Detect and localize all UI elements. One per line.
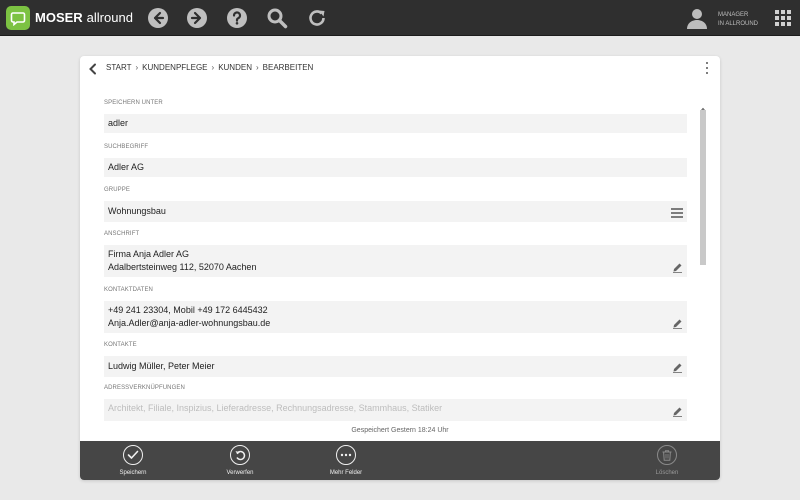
breadcrumb: START › KUNDENPFLEGE › KUNDEN › BEARBEITEN [106, 63, 313, 73]
kontaktdaten-input[interactable]: +49 241 23304, Mobil +49 172 6445432 Anj… [104, 301, 687, 333]
field-adressverknuepfungen: ADRESSVERKNÜPFUNGEN Architekt, Filiale, … [104, 384, 687, 421]
field-value: Architekt, Filiale, Inspizius, Lieferadr… [108, 403, 443, 413]
field-gruppe: GRUPPE Wohnungsbau [104, 186, 687, 222]
breadcrumb-separator: › [211, 63, 215, 72]
app-logo-icon [6, 6, 30, 30]
save-button-label: Speichern [119, 470, 147, 476]
user-context: IN ALLROUND [718, 21, 759, 27]
field-speichern-unter: SPEICHERN UNTER adler [104, 99, 687, 133]
user-info[interactable]: MANAGER IN ALLROUND [718, 11, 758, 29]
more-options-icon[interactable] [704, 62, 710, 74]
field-label: KONTAKTE [104, 342, 137, 348]
more-horizontal-icon [336, 445, 356, 465]
field-label: ADRESSVERKNÜPFUNGEN [104, 385, 185, 391]
kontakte-input[interactable]: Ludwig Müller, Peter Meier [104, 356, 687, 377]
field-suchbegriff: SUCHBEGRIFF Adler AG [104, 143, 687, 177]
chevron-left-icon[interactable] [88, 62, 98, 75]
field-value: Wohnungsbau [108, 206, 166, 216]
brand-name: MOSER [35, 10, 83, 25]
search-icon[interactable] [266, 7, 288, 29]
pencil-icon[interactable] [671, 362, 683, 373]
checkmark-icon [123, 445, 143, 465]
discard-button-label: Verwerfen [226, 470, 254, 476]
field-kontaktdaten: KONTAKTDATEN +49 241 23304, Mobil +49 17… [104, 286, 687, 333]
gruppe-select[interactable]: Wohnungsbau [104, 201, 687, 222]
breadcrumb-separator: › [135, 63, 139, 72]
scrollbar-thumb[interactable] [700, 110, 706, 265]
back-nav-icon[interactable] [147, 7, 169, 29]
breadcrumb-kundenpflege[interactable]: KUNDENPFLEGE [142, 63, 207, 72]
list-menu-icon[interactable] [671, 207, 683, 218]
breadcrumb-bar: START › KUNDENPFLEGE › KUNDEN › BEARBEITEN [80, 56, 720, 80]
refresh-icon[interactable] [306, 7, 328, 29]
field-value-line2: Anja.Adler@anja-adler-wohnungsbau.de [108, 318, 271, 328]
field-value: adler [108, 118, 129, 128]
field-kontakte: KONTAKTE Ludwig Müller, Peter Meier [104, 341, 687, 377]
adressverknuepfungen-input[interactable]: Architekt, Filiale, Inspizius, Lieferadr… [104, 399, 687, 421]
speichern-unter-input[interactable]: adler [104, 114, 687, 133]
field-label: ANSCHRIFT [104, 231, 140, 237]
trash-icon [657, 445, 677, 465]
field-value-line1: Firma Anja Adler AG [108, 249, 190, 259]
breadcrumb-bearbeiten: BEARBEITEN [262, 63, 314, 72]
delete-button[interactable]: Löschen [637, 445, 697, 477]
pencil-icon[interactable] [671, 318, 683, 329]
app-brand: MOSER allround [35, 10, 133, 26]
delete-button-label: Löschen [655, 470, 679, 476]
top-bar: MOSER allround MANAGER IN ALLROUND [0, 0, 800, 36]
save-button[interactable]: Speichern [103, 445, 163, 477]
action-bar: Speichern Verwerfen Mehr Felder Löschen [80, 441, 720, 480]
undo-icon [230, 445, 250, 465]
forward-nav-icon[interactable] [186, 7, 208, 29]
suchbegriff-input[interactable]: Adler AG [104, 158, 687, 177]
scroll-up-arrow-icon[interactable] [700, 100, 706, 112]
form-area: SPEICHERN UNTER adler SUCHBEGRIFF Adler … [104, 96, 687, 464]
field-label: SUCHBEGRIFF [104, 144, 149, 150]
help-icon[interactable] [226, 7, 248, 29]
product-name: allround [86, 10, 133, 25]
field-anschrift: ANSCHRIFT Firma Anja Adler AG Adalbertst… [104, 230, 687, 277]
app-grid-icon[interactable] [775, 10, 791, 26]
form-scrollbar[interactable] [699, 100, 707, 456]
field-label: GRUPPE [104, 187, 130, 193]
user-avatar-icon[interactable] [685, 6, 709, 30]
anschrift-input[interactable]: Firma Anja Adler AG Adalbertsteinweg 112… [104, 245, 687, 277]
breadcrumb-kunden[interactable]: KUNDEN [218, 63, 252, 72]
saved-status: Gespeichert Gestern 18:24 Uhr [351, 427, 449, 434]
discard-button[interactable]: Verwerfen [210, 445, 270, 477]
breadcrumb-separator: › [255, 63, 259, 72]
edit-card: START › KUNDENPFLEGE › KUNDEN › BEARBEITEN SPE… [80, 56, 720, 480]
breadcrumb-start[interactable]: START [106, 63, 131, 72]
pencil-icon[interactable] [671, 262, 683, 273]
field-label: SPEICHERN UNTER [104, 100, 163, 106]
field-value-line1: +49 241 23304, Mobil +49 172 6445432 [108, 305, 268, 315]
field-value: Ludwig Müller, Peter Meier [108, 361, 215, 371]
field-value: Adler AG [108, 162, 145, 172]
more-fields-button[interactable]: Mehr Felder [316, 445, 376, 477]
field-value-line2: Adalbertsteinweg 112, 52070 Aachen [108, 262, 257, 272]
pencil-icon[interactable] [671, 406, 683, 417]
more-fields-button-label: Mehr Felder [329, 470, 363, 476]
field-label: KONTAKTDATEN [104, 287, 153, 293]
user-role: MANAGER [718, 12, 749, 18]
